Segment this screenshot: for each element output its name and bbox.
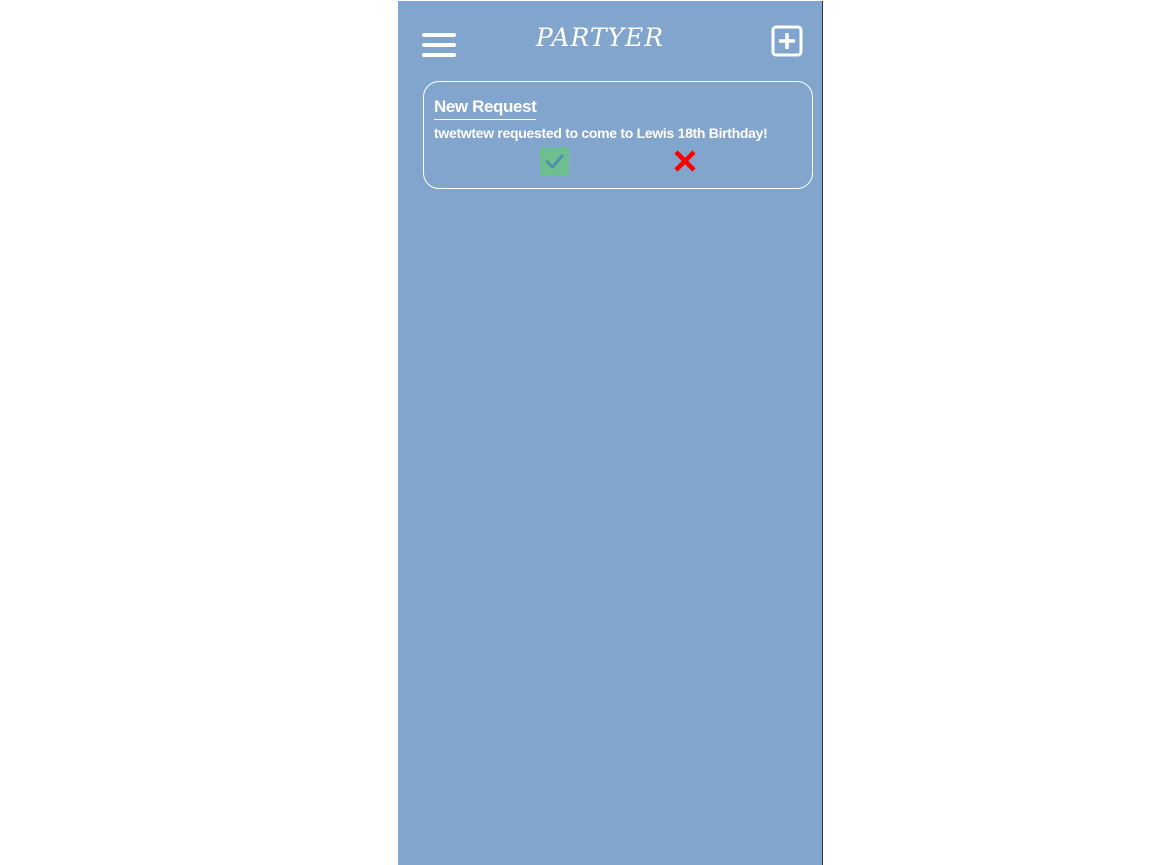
request-card: New Request twetwtew requested to come t… <box>423 81 813 189</box>
app-title: PARTYER <box>535 23 665 52</box>
add-party-button[interactable] <box>771 25 803 57</box>
request-message: twetwtew requested to come to Lewis 18th… <box>434 125 768 141</box>
close-icon <box>674 150 696 172</box>
request-title: New Request <box>434 96 537 120</box>
menu-button[interactable] <box>422 33 456 57</box>
decline-button[interactable] <box>673 149 697 173</box>
plus-square-icon <box>771 25 803 57</box>
check-icon <box>545 154 564 169</box>
accept-button[interactable] <box>540 147 569 176</box>
app-screen: PARTYER New Request twetwtew requested t… <box>398 1 823 865</box>
